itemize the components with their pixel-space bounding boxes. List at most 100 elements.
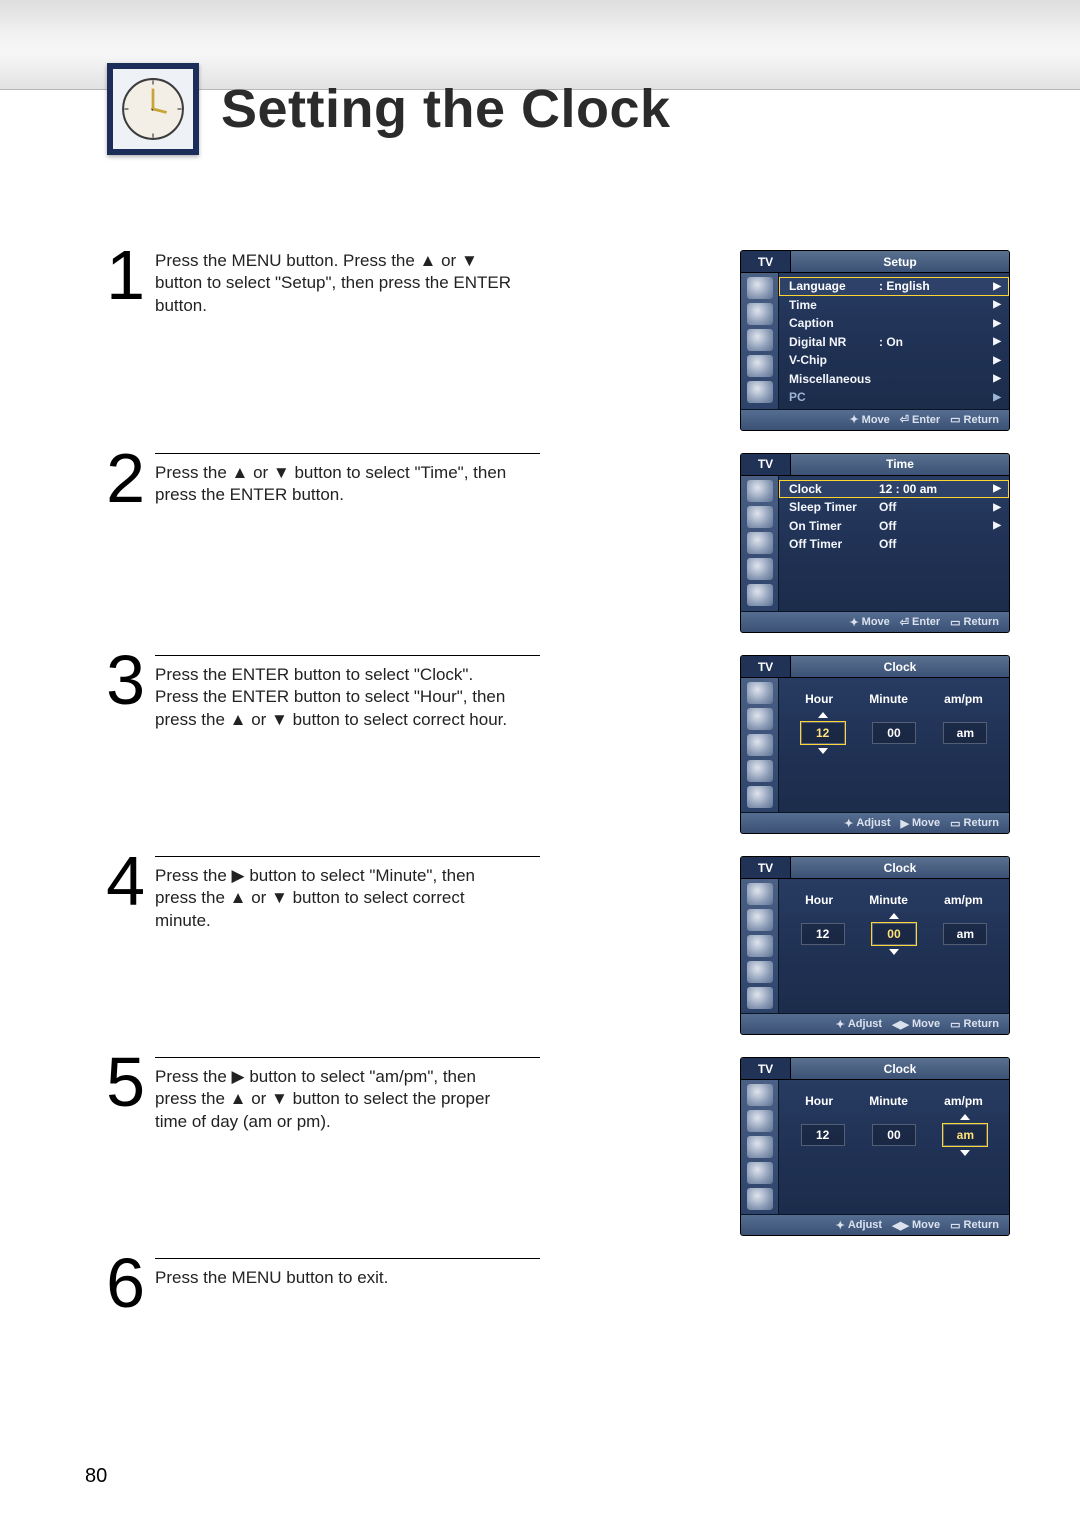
osd-footer: ✦Move ⏎Enter ▭Return bbox=[741, 409, 1009, 430]
osd-clock-cell[interactable]: 12 bbox=[801, 1124, 845, 1146]
osd-clock-cell[interactable]: 00 bbox=[872, 722, 916, 744]
osd-sidebar-icon bbox=[747, 909, 773, 931]
osd-clock-cell[interactable]: am bbox=[943, 1124, 987, 1146]
osd-sidebar-icon bbox=[747, 883, 773, 905]
osd-sidebar-icon bbox=[747, 987, 773, 1009]
osd-hint: ✦Move bbox=[849, 413, 889, 426]
osd-sidebar-icon bbox=[747, 682, 773, 704]
osd-menu-value: Off bbox=[879, 519, 939, 533]
osd-sidebar-icon bbox=[747, 277, 773, 299]
osd-hint: ✦Move bbox=[849, 616, 889, 629]
osd-hint: ◀▶Move bbox=[892, 1018, 940, 1031]
osd-sidebar-icon bbox=[747, 1084, 773, 1106]
step-5: 5 Press the ▶ button to select "am/pm", … bbox=[100, 1057, 1010, 1236]
step-4: 4 Press the ▶ button to select "Minute",… bbox=[100, 856, 1010, 1035]
clock-icon bbox=[107, 63, 199, 155]
osd-time: TVTime Clock12 : 00 am▶Sleep TimerOff▶On… bbox=[740, 453, 1010, 634]
osd-menu-row[interactable]: Sleep TimerOff▶ bbox=[779, 498, 1009, 517]
osd-clock-cell[interactable]: 12 bbox=[801, 923, 845, 945]
osd-menu-row[interactable]: Miscellaneous ▶ bbox=[779, 370, 1009, 389]
osd-hint: ✦Adjust bbox=[836, 1018, 882, 1031]
osd-hint: ▶Move bbox=[901, 817, 941, 830]
arrow-down-icon bbox=[960, 1150, 970, 1156]
osd-menu-label: Digital NR bbox=[789, 335, 879, 349]
osd-menu-value: Off bbox=[879, 500, 939, 514]
osd-menu-row[interactable]: Language: English▶ bbox=[779, 277, 1009, 296]
osd-menu-label: Off Timer bbox=[789, 537, 879, 551]
osd-menu-row[interactable]: PC▶ bbox=[779, 388, 1009, 407]
osd-clock-body: HourMinuteam/pm 1200am bbox=[779, 678, 1009, 812]
chevron-right-icon: ▶ bbox=[993, 355, 1001, 366]
step-number: 4 bbox=[100, 850, 145, 913]
osd-corner-label: TV bbox=[741, 656, 791, 677]
osd-sidebar-icon bbox=[747, 480, 773, 502]
osd-menu-row[interactable]: V-Chip ▶ bbox=[779, 351, 1009, 370]
osd-clock-cell[interactable]: 12 bbox=[801, 722, 845, 744]
osd-clock-body: HourMinuteam/pm 1200am bbox=[779, 879, 1009, 1013]
chevron-right-icon: ▶ bbox=[993, 299, 1001, 310]
osd-sidebar-icons bbox=[741, 273, 779, 409]
osd-corner-label: TV bbox=[741, 251, 791, 272]
step-text: Press the MENU button. Press the ▲ or ▼ … bbox=[155, 250, 540, 317]
chevron-right-icon: ▶ bbox=[993, 281, 1001, 292]
osd-menu-row[interactable]: Off TimerOff bbox=[779, 535, 1009, 554]
osd-hint: ✦Adjust bbox=[836, 1219, 882, 1232]
osd-sidebar-icon bbox=[747, 734, 773, 756]
osd-clock-header: Minute bbox=[869, 692, 908, 706]
page-number: 80 bbox=[85, 1465, 107, 1488]
osd-title: Setup bbox=[791, 255, 1009, 269]
arrow-up-icon bbox=[889, 913, 899, 919]
osd-panel: TVSetup Language: English▶Time▶Caption▶D… bbox=[740, 250, 1010, 431]
chevron-right-icon: ▶ bbox=[993, 483, 1001, 494]
osd-hint: ▭Return bbox=[950, 413, 999, 426]
chevron-right-icon: ▶ bbox=[993, 373, 1001, 384]
osd-menu-row[interactable]: Clock12 : 00 am▶ bbox=[779, 480, 1009, 499]
osd-sidebar-icon bbox=[747, 786, 773, 808]
osd-hint: ▭Return bbox=[950, 1018, 999, 1031]
osd-sidebar-icon bbox=[747, 760, 773, 782]
osd-menu-value: Off bbox=[879, 537, 939, 551]
osd-title: Clock bbox=[791, 1062, 1009, 1076]
osd-menu-label: Sleep Timer bbox=[789, 500, 879, 514]
osd-clock-cell[interactable]: 00 bbox=[872, 1124, 916, 1146]
osd-menu-row[interactable]: Digital NR: On▶ bbox=[779, 333, 1009, 352]
osd-footer: ✦Adjust ◀▶Move ▭Return bbox=[741, 1013, 1009, 1034]
osd-sidebar-icon bbox=[747, 584, 773, 606]
osd-menu-row[interactable]: Caption▶ bbox=[779, 314, 1009, 333]
step-number: 6 bbox=[100, 1252, 145, 1315]
osd-menu-label: V-Chip bbox=[789, 353, 879, 367]
osd-menu-row[interactable]: On TimerOff▶ bbox=[779, 517, 1009, 536]
osd-menu-row[interactable]: Time▶ bbox=[779, 296, 1009, 315]
osd-sidebar-icon bbox=[747, 532, 773, 554]
osd-title: Clock bbox=[791, 861, 1009, 875]
osd-sidebar-icon bbox=[747, 935, 773, 957]
osd-sidebar-icon bbox=[747, 303, 773, 325]
osd-sidebar-icon bbox=[747, 381, 773, 403]
osd-clock-header: Hour bbox=[805, 893, 833, 907]
osd-clock-cell[interactable]: am bbox=[943, 722, 987, 744]
osd-footer: ✦Adjust◀▶Move▭Return bbox=[741, 1214, 1009, 1235]
chevron-right-icon: ▶ bbox=[993, 392, 1001, 403]
osd-clock-header: am/pm bbox=[944, 1094, 983, 1108]
step-text: Press the ▶ button to select "am/pm", th… bbox=[155, 1057, 540, 1133]
osd-panel: TVClock HourMinuteam/pm 1200am ✦Adjust◀▶… bbox=[740, 856, 1010, 1035]
osd-clock-cell[interactable]: 00 bbox=[872, 923, 916, 945]
osd-clock-hour: TVClock HourMinuteam/pm 1200am ✦Adjust▶M… bbox=[740, 655, 1010, 834]
osd-sidebar-icon bbox=[747, 506, 773, 528]
osd-menu-label: Miscellaneous bbox=[789, 372, 879, 386]
step-2: 2 Press the ▲ or ▼ button to select "Tim… bbox=[100, 453, 1010, 634]
osd-clock-min: TVClock HourMinuteam/pm 1200am ✦Adjust◀▶… bbox=[740, 856, 1010, 1035]
osd-menu-label: On Timer bbox=[789, 519, 879, 533]
osd-clock-cell[interactable]: am bbox=[943, 923, 987, 945]
step-text: Press the ▲ or ▼ button to select "Time"… bbox=[155, 453, 540, 507]
arrow-up-icon bbox=[818, 712, 828, 718]
osd-menu-value: 12 : 00 am bbox=[879, 482, 939, 496]
osd-hint: ✦Adjust bbox=[844, 817, 890, 830]
step-text: Press the ▶ button to select "Minute", t… bbox=[155, 856, 540, 932]
osd-menu-value: : English bbox=[879, 279, 939, 293]
chevron-right-icon: ▶ bbox=[993, 318, 1001, 329]
step-1: 1 Press the MENU button. Press the ▲ or … bbox=[100, 250, 1010, 431]
osd-hint: ⏎Enter bbox=[900, 413, 940, 426]
osd-corner-label: TV bbox=[741, 454, 791, 475]
arrow-down-icon bbox=[818, 748, 828, 754]
